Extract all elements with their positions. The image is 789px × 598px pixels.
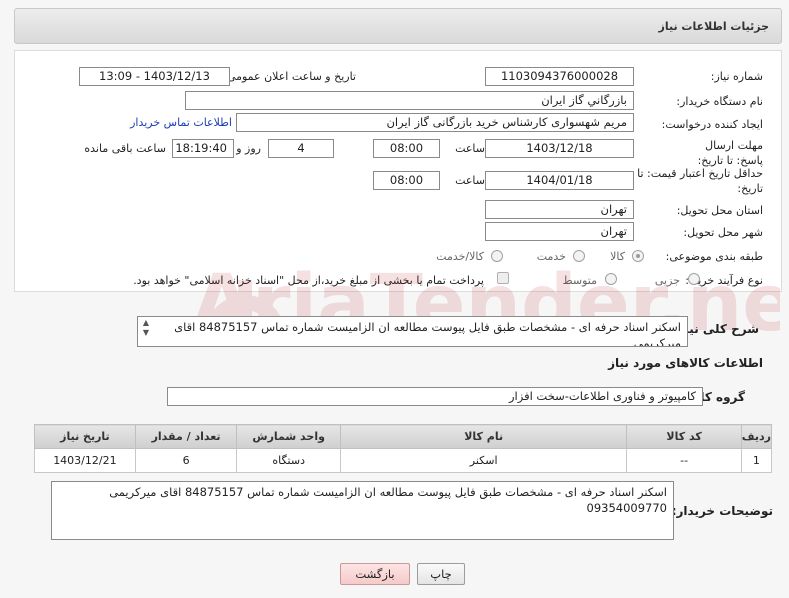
col-goods-code: کد کالا	[626, 424, 742, 449]
goods-section-title: اطلاعات کالاهای مورد نیاز	[608, 356, 763, 370]
buyer-contact-link[interactable]: اطلاعات تماس خریدار	[130, 116, 232, 129]
panel-header: جزئیات اطلاعات نیاز	[14, 8, 782, 44]
process-medium-label: متوسط	[562, 274, 597, 287]
price-validity-time-field[interactable]: 08:00	[373, 171, 440, 190]
buyer-notes-field[interactable]: اسکنر اسناد حرفه ای - مشخصات طبق فایل پی…	[51, 481, 674, 540]
category-goods-label: کالا	[610, 250, 625, 263]
buyer-org-label: نام دستگاه خریدار:	[676, 95, 763, 108]
price-validity-date-field[interactable]: 1404/01/18	[485, 171, 634, 190]
buyer-org-field[interactable]: بازرگاني گاز ایران	[185, 91, 634, 110]
category-service-label: خدمت	[536, 250, 566, 263]
cell-unit: دستگاه	[236, 448, 341, 473]
cell-goods-code: --	[626, 448, 742, 473]
reply-deadline-time-field[interactable]: 08:00	[373, 139, 440, 158]
col-row-number: ردیف	[740, 424, 773, 449]
remaining-time-field[interactable]: 18:19:40	[172, 139, 234, 158]
back-button[interactable]: بازگشت	[340, 563, 410, 585]
table-row[interactable]: 1 -- اسکنر دستگاه 6 1403/12/21	[34, 448, 773, 473]
table-header-row: ردیف کد کالا نام کالا واحد شمارش تعداد /…	[34, 424, 773, 449]
city-label: شهر محل تحویل:	[683, 226, 763, 239]
category-service-radio[interactable]	[573, 250, 585, 262]
need-number-field[interactable]: 1103094376000028	[485, 67, 634, 86]
process-minor-radio[interactable]	[688, 273, 700, 285]
cell-need-date: 1403/12/21	[34, 448, 136, 473]
col-unit: واحد شمارش	[236, 424, 341, 449]
reply-time-label: ساعت	[455, 142, 485, 155]
requester-field[interactable]: مریم شهسواری کارشناس خرید بازرگانی گاز ا…	[236, 113, 634, 132]
goods-group-field[interactable]: کامپیوتر و فناوری اطلاعات-سخت افزار	[167, 387, 703, 406]
city-field[interactable]: تهران	[485, 222, 634, 241]
reply-deadline-label: مهلت ارسال پاسخ: تا تاریخ:	[697, 139, 763, 167]
page-background: جزئیات اطلاعات نیاز شماره نیاز: 11030943…	[0, 0, 789, 598]
category-label: طبقه بندی موضوعی:	[665, 250, 763, 263]
process-medium-radio[interactable]	[605, 273, 617, 285]
buyer-notes-label: توضیحات خریدار:	[671, 504, 773, 518]
treasury-payment-note: پرداخت تمام یا بخشی از مبلغ خرید،از محل …	[133, 274, 484, 287]
category-goods-service-radio[interactable]	[491, 250, 503, 262]
print-button[interactable]: چاپ	[417, 563, 465, 585]
summary-scroll-arrows[interactable]: ▲ ▼	[140, 318, 152, 342]
announce-datetime-label: تاریخ و ساعت اعلان عمومی:	[223, 70, 356, 83]
need-number-label: شماره نیاز:	[710, 70, 763, 83]
requester-label: ایجاد کننده درخواست:	[661, 118, 763, 131]
scroll-up-icon[interactable]: ▲	[140, 318, 152, 328]
days-label: روز و	[236, 142, 261, 155]
goods-table: ردیف کد کالا نام کالا واحد شمارش تعداد /…	[34, 424, 773, 473]
price-validity-label: حداقل تاریخ اعتبار قیمت: تا تاریخ:	[637, 167, 763, 195]
category-goods-service-label: کالا/خدمت	[436, 250, 484, 263]
treasury-payment-checkbox[interactable]	[497, 272, 509, 284]
price-validity-time-label: ساعت	[455, 174, 485, 187]
page-title: جزئیات اطلاعات نیاز	[658, 20, 770, 33]
col-goods-name: نام کالا	[339, 424, 628, 449]
province-field[interactable]: تهران	[485, 200, 634, 219]
col-need-date: تاریخ نیاز	[34, 424, 136, 449]
category-goods-radio[interactable]	[632, 250, 644, 262]
reply-deadline-date-field[interactable]: 1403/12/18	[485, 139, 634, 158]
cell-goods-name: اسکنر	[339, 448, 628, 473]
cell-quantity: 6	[134, 448, 238, 473]
province-label: استان محل تحویل:	[676, 204, 763, 217]
summary-field[interactable]: اسکنر اسناد حرفه ای - مشخصات طبق فایل پی…	[137, 316, 688, 347]
scroll-down-icon[interactable]: ▼	[140, 328, 152, 338]
col-quantity: تعداد / مقدار	[134, 424, 238, 449]
remaining-time-label: ساعت باقی مانده	[84, 142, 166, 155]
cell-row-number: 1	[740, 448, 773, 473]
process-minor-label: جزیی	[654, 274, 680, 287]
announce-datetime-field[interactable]: 1403/12/13 - 13:09	[79, 67, 230, 86]
remaining-days-field[interactable]: 4	[268, 139, 334, 158]
